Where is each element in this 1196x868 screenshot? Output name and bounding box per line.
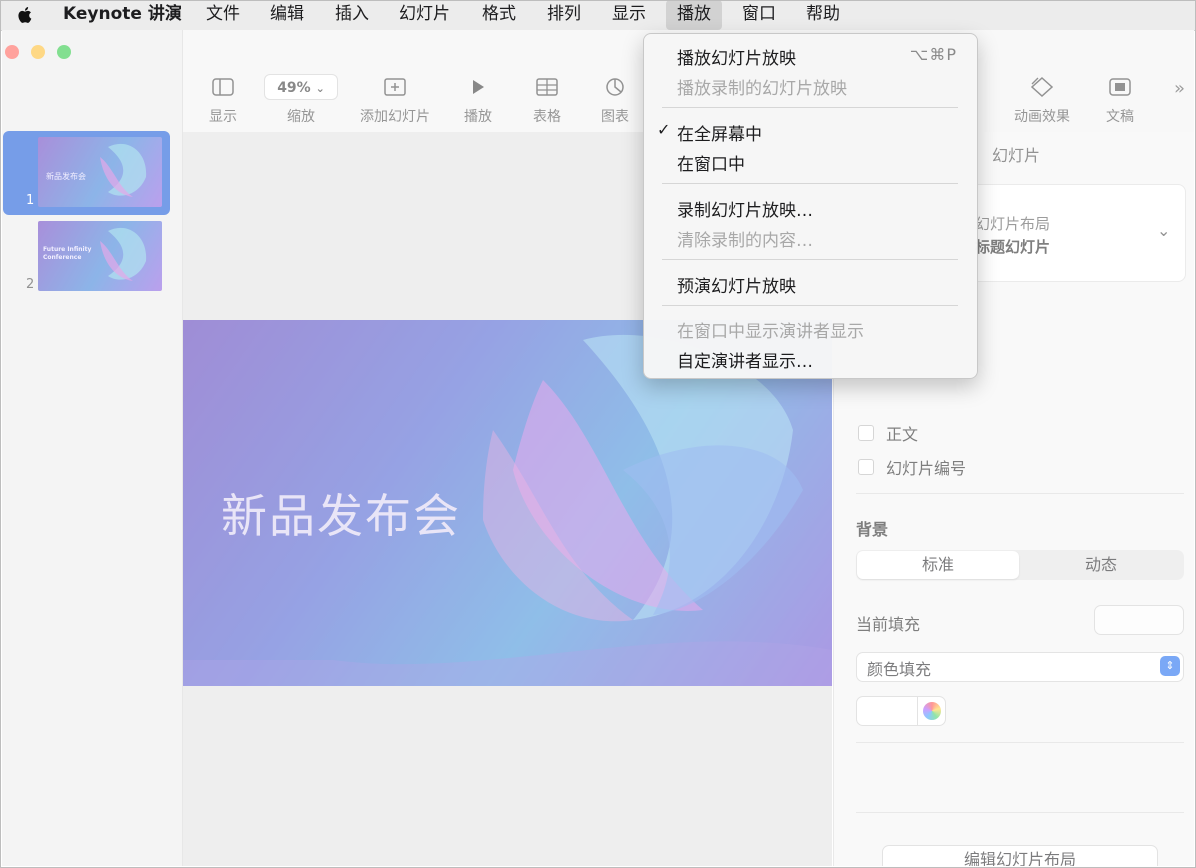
apple-icon[interactable] [14,0,36,30]
menu-item-presenter-in-window: 在窗口中显示演讲者显示 [677,322,864,342]
menu-dim-overlay [2,30,1194,866]
menu-format[interactable]: 格式 [482,0,516,30]
menu-file[interactable]: 文件 [206,0,240,30]
menu-view[interactable]: 显示 [612,0,646,30]
menu-separator [662,107,958,108]
menu-item-clear-recording: 清除录制的内容… [677,231,813,251]
play-menu-dropdown: 播放幻灯片放映 ⌥⌘P 播放录制的幻灯片放映 ✓ 在全屏幕中 在窗口中 录制幻灯… [643,33,978,379]
menu-bar: Keynote 讲演 文件 编辑 插入 幻灯片 格式 排列 显示 播放 窗口 帮… [0,0,1196,31]
app-menu[interactable]: Keynote 讲演 [63,0,182,30]
menu-item-play-slideshow[interactable]: 播放幻灯片放映 [677,44,796,69]
menu-separator [662,259,958,260]
menu-arrange[interactable]: 排列 [547,0,581,30]
menu-item-rehearse[interactable]: 预演幻灯片放映 [677,272,796,297]
menu-separator [662,183,958,184]
menu-help[interactable]: 帮助 [806,0,840,30]
menu-item-in-window[interactable]: 在窗口中 [677,150,745,175]
menu-edit[interactable]: 编辑 [270,0,304,30]
menu-item-record-slideshow[interactable]: 录制幻灯片放映… [677,196,813,221]
menu-item-shortcut: ⌥⌘P [909,45,957,64]
menu-window[interactable]: 窗口 [742,0,776,30]
menu-item-customize-presenter[interactable]: 自定演讲者显示… [677,347,813,372]
checkmark-icon: ✓ [657,120,671,139]
menu-slide[interactable]: 幻灯片 [399,0,450,30]
menu-item-play-recorded: 播放录制的幻灯片放映 [677,79,847,99]
menu-separator [662,305,958,306]
menu-play[interactable]: 播放 [666,0,722,30]
menu-item-fullscreen[interactable]: 在全屏幕中 [677,120,762,145]
menu-insert[interactable]: 插入 [335,0,369,30]
